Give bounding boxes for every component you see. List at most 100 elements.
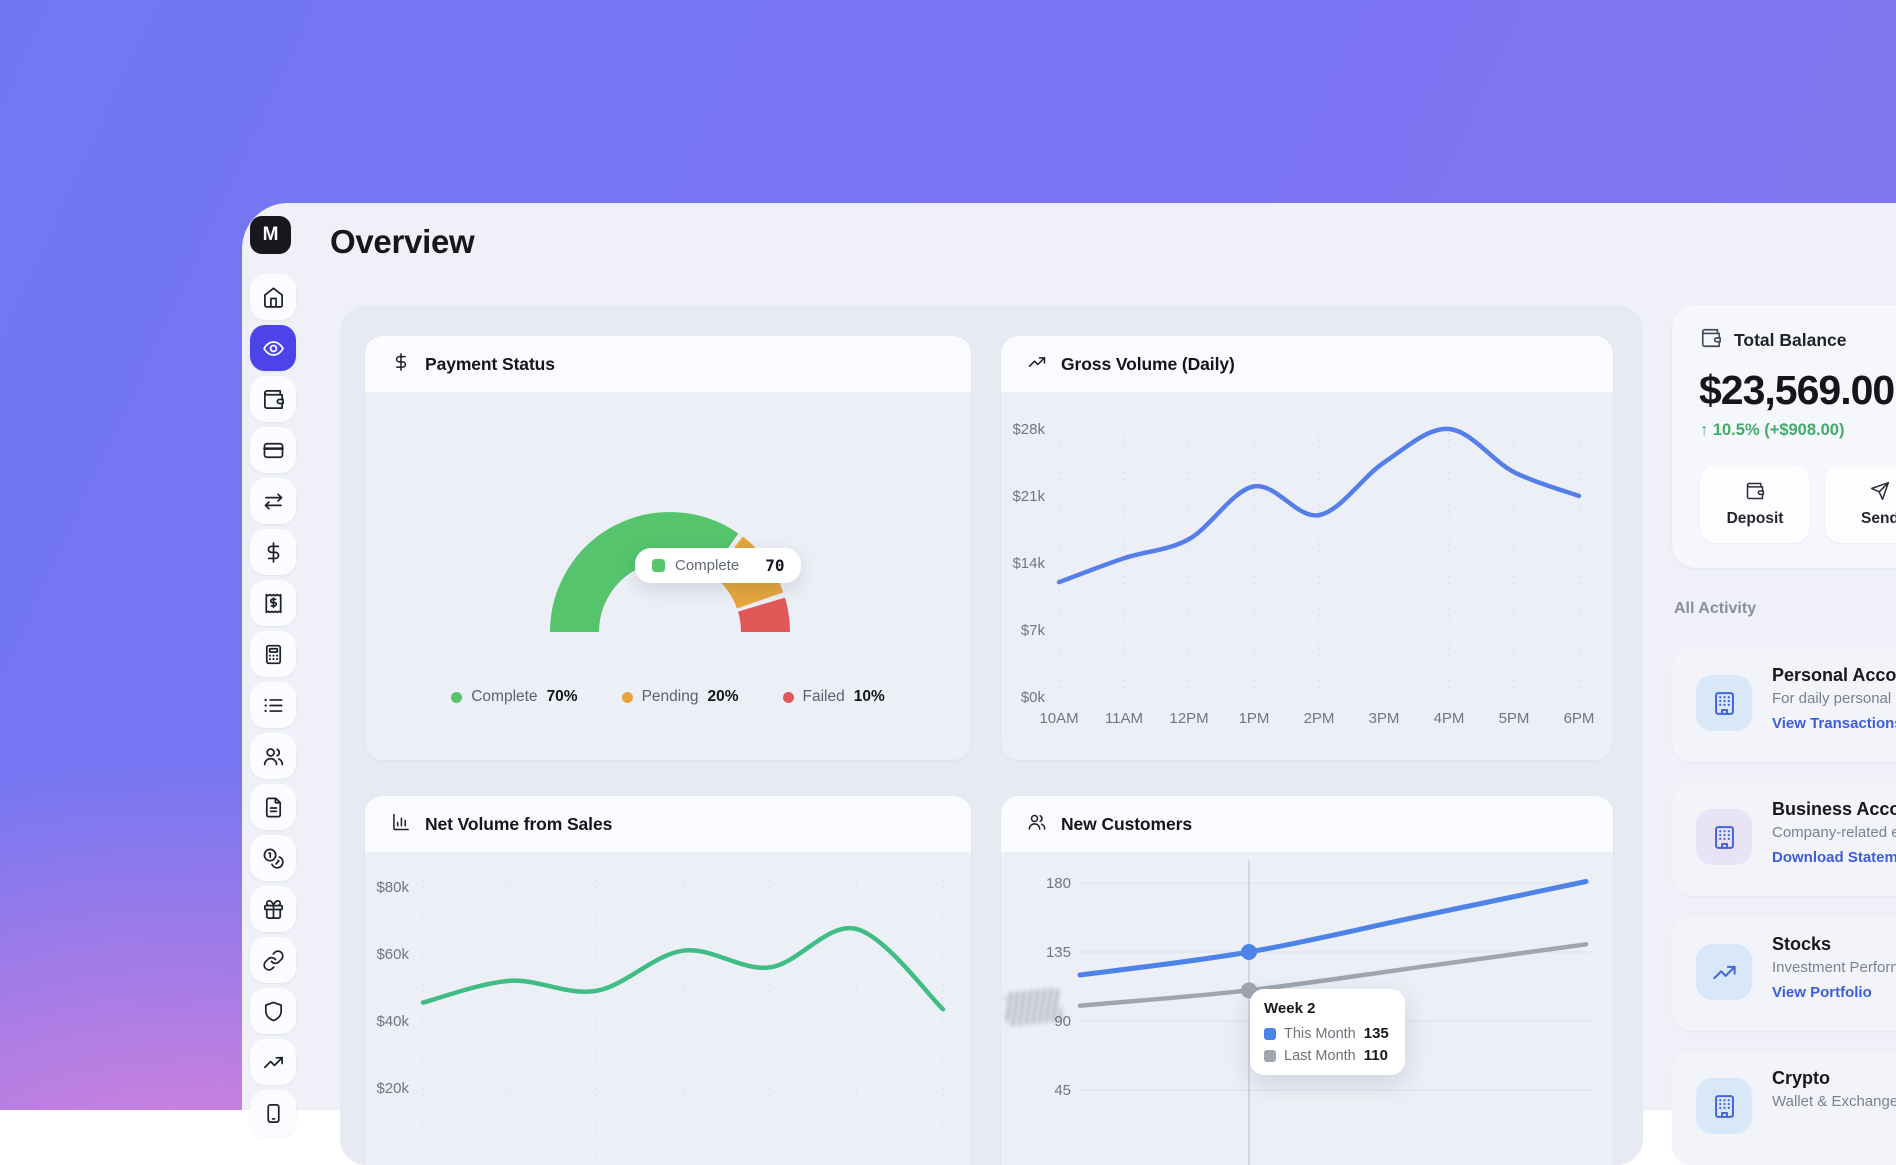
svg-text:2PM: 2PM — [1304, 710, 1335, 727]
document-icon — [262, 796, 285, 819]
legend-value: 70% — [547, 688, 578, 706]
link-icon — [262, 949, 285, 972]
sidebar-item-wallet[interactable] — [250, 376, 296, 422]
series-swatch — [1264, 1028, 1276, 1040]
svg-text:45: 45 — [1054, 1082, 1071, 1099]
gauge-legend: Complete 70% Pending20% Failed 10% — [365, 688, 971, 706]
legend-item: Failed 10% — [783, 688, 885, 706]
legend-item: Pending20% — [622, 688, 739, 706]
svg-text:10AM: 10AM — [1039, 710, 1078, 727]
sidebar-item-smartphone[interactable] — [250, 1090, 296, 1136]
gift-icon — [262, 898, 285, 921]
svg-text:12PM: 12PM — [1169, 710, 1208, 727]
svg-text:6PM: 6PM — [1564, 710, 1595, 727]
activity-item-stocks[interactable]: StocksInvestment PerformanceView Portfol… — [1672, 917, 1896, 1031]
total-balance-row: Total Balance — [1700, 327, 1847, 354]
building-icon — [1711, 1093, 1738, 1120]
series-value: 110 — [1364, 1047, 1388, 1064]
legend-dot — [451, 692, 462, 703]
legend-label: Pending — [642, 688, 699, 706]
card-title: Gross Volume (Daily) — [1061, 354, 1235, 375]
building-icon — [1711, 690, 1738, 717]
activity-link[interactable]: View Transactions — [1772, 715, 1896, 732]
tooltip-label: Complete — [675, 557, 739, 574]
series-label: Last Month — [1284, 1048, 1356, 1064]
sidebar-item-credit-card[interactable] — [250, 427, 296, 473]
legend-dot — [622, 692, 633, 703]
home-icon — [262, 286, 285, 309]
sidebar-item-dollar[interactable] — [250, 529, 296, 575]
sidebar-item-receipt[interactable] — [250, 580, 296, 626]
send-button[interactable]: Send — [1825, 465, 1896, 543]
button-label: Deposit — [1727, 510, 1784, 528]
receipt-icon — [262, 592, 285, 615]
activity-subtitle: Wallet & Exchange — [1772, 1093, 1896, 1110]
legend-label: Failed — [803, 688, 845, 706]
net-volume-header: Net Volume from Sales — [365, 796, 971, 852]
activity-item-personal-account[interactable]: Personal AccountFor daily personal useVi… — [1672, 648, 1896, 762]
svg-text:3PM: 3PM — [1369, 710, 1400, 727]
legend-label: Complete — [471, 688, 537, 706]
card-title: Payment Status — [425, 354, 555, 375]
legend-value: 10% — [854, 688, 885, 706]
page-title: Overview — [330, 223, 474, 261]
activity-link[interactable]: View Portfolio — [1772, 984, 1896, 1001]
sidebar-item-transfer-arrows[interactable] — [250, 478, 296, 524]
building-icon — [1711, 824, 1738, 851]
activity-item-crypto[interactable]: CryptoWallet & Exchange — [1672, 1051, 1896, 1165]
svg-text:$60k: $60k — [376, 946, 409, 963]
cursor-smudge-artifact — [1003, 987, 1062, 1027]
total-balance-card: Total Balance $23,569.00 ↑ 10.5% (+$908.… — [1672, 305, 1896, 568]
credit-card-icon — [262, 439, 285, 462]
chart-tooltip: Week 2 This Month135 Last Month 110 — [1250, 989, 1405, 1075]
activity-title: Personal Account — [1772, 665, 1896, 686]
activity-icon-tile — [1696, 809, 1752, 865]
sidebar-item-list[interactable] — [250, 682, 296, 728]
total-balance-change: ↑ 10.5% (+$908.00) — [1700, 421, 1844, 440]
svg-text:$0k: $0k — [1021, 689, 1046, 706]
svg-text:135: 135 — [1046, 944, 1071, 961]
series-swatch — [1264, 1050, 1276, 1062]
svg-text:$7k: $7k — [1021, 622, 1046, 639]
trending-up-icon — [1711, 959, 1738, 986]
svg-text:$20k: $20k — [376, 1080, 409, 1097]
activity-icon-tile — [1696, 944, 1752, 1000]
calculator-icon — [262, 643, 285, 666]
wallet-icon — [1745, 481, 1765, 501]
activity-body: Business AccountCompany-related expenses… — [1772, 799, 1896, 866]
deposit-button[interactable]: Deposit — [1700, 465, 1810, 543]
sidebar-item-home[interactable] — [250, 274, 296, 320]
legend-item: Complete 70% — [451, 688, 577, 706]
svg-text:1PM: 1PM — [1239, 710, 1270, 727]
svg-text:$21k: $21k — [1012, 488, 1045, 505]
tooltip-row: This Month135 — [1264, 1025, 1389, 1042]
svg-text:$28k: $28k — [1012, 421, 1045, 438]
new-customers-header: New Customers — [1001, 796, 1613, 852]
sidebar-item-users[interactable] — [250, 733, 296, 779]
activity-title: Stocks — [1772, 934, 1896, 955]
series-value: 135 — [1364, 1025, 1389, 1042]
sidebar-item-shield[interactable] — [250, 988, 296, 1034]
smartphone-icon — [262, 1102, 285, 1125]
tooltip-title: Week 2 — [1264, 1000, 1389, 1017]
sidebar-item-eye[interactable] — [250, 325, 296, 371]
activity-item-business-account[interactable]: Business AccountCompany-related expenses… — [1672, 782, 1896, 896]
gross-volume-chart[interactable]: $28k$21k$14k$7k$0k10AM11AM12PM1PM2PM3PM4… — [1001, 336, 1613, 760]
legend-dot — [783, 692, 794, 703]
activity-icon-tile — [1696, 1078, 1752, 1134]
users-icon — [262, 745, 285, 768]
users-icon — [1027, 812, 1047, 837]
transfer-arrows-icon — [262, 490, 285, 513]
gross-volume-header: Gross Volume (Daily) — [1001, 336, 1613, 392]
gross-volume-card: $28k$21k$14k$7k$0k10AM11AM12PM1PM2PM3PM4… — [1001, 336, 1613, 760]
sidebar-item-gift[interactable] — [250, 886, 296, 932]
sidebar-item-coins[interactable] — [250, 835, 296, 881]
balance-actions: Deposit Send — [1700, 465, 1896, 543]
sidebar-item-calculator[interactable] — [250, 631, 296, 677]
sidebar-item-trending-up[interactable] — [250, 1039, 296, 1085]
sidebar-item-link[interactable] — [250, 937, 296, 983]
activity-body: Personal AccountFor daily personal useVi… — [1772, 665, 1896, 732]
all-activity-heading: All Activity — [1674, 600, 1756, 618]
activity-link[interactable]: Download Statement — [1772, 849, 1896, 866]
sidebar-item-document[interactable] — [250, 784, 296, 830]
